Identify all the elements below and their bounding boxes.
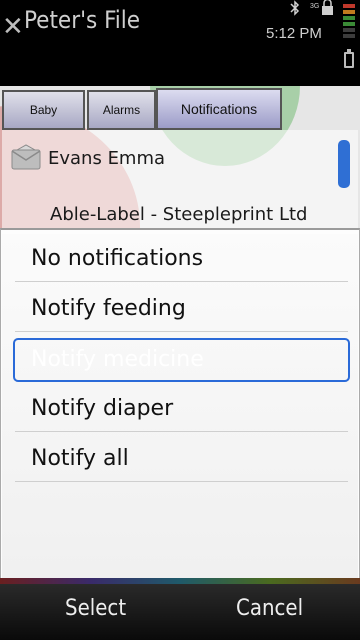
battery-icon — [344, 49, 354, 68]
contact-organization: Able-Label - Steepleprint Ltd — [50, 204, 308, 225]
option-notify-all[interactable]: Notify all — [15, 436, 348, 482]
option-notify-medicine[interactable]: Notify medicine — [13, 338, 350, 382]
tab-bar: Baby Alarms Notifications — [2, 88, 358, 130]
contact-name[interactable]: Evans Emma — [48, 148, 165, 169]
scrollbar[interactable] — [338, 140, 350, 188]
notification-options-popup: No notifications Notify feeding Notify m… — [0, 228, 360, 578]
option-notify-diaper[interactable]: Notify diaper — [15, 386, 348, 432]
bluetooth-icon — [290, 0, 300, 16]
contact-list: Evans Emma Able-Label - Steepleprint Ltd — [2, 130, 358, 231]
tab-baby[interactable]: Baby — [2, 90, 85, 130]
signal-icon — [343, 4, 355, 40]
option-notify-feeding[interactable]: Notify feeding — [15, 286, 348, 332]
select-button[interactable]: Select — [65, 596, 126, 621]
softkey-bar: Select Cancel — [0, 584, 360, 640]
tab-label: Notifications — [180, 101, 258, 117]
app-content: Baby Alarms Notifications Evans Emma Abl… — [0, 86, 360, 231]
app-title: Peter's File — [24, 6, 141, 34]
options-list: No notifications Notify feeding Notify m… — [2, 234, 358, 578]
lock-label: 3G — [310, 3, 319, 10]
tab-label: Alarms — [102, 103, 141, 117]
option-no-notifications[interactable]: No notifications — [15, 236, 348, 282]
title-bar: ✕ Peter's File 3G 5:12 PM — [0, 0, 360, 86]
tab-alarms[interactable]: Alarms — [87, 90, 156, 130]
status-clock: 5:12 PM — [266, 25, 322, 42]
tab-label: Baby — [29, 103, 58, 117]
envelope-icon — [11, 144, 41, 170]
close-icon[interactable]: ✕ — [2, 12, 24, 42]
cancel-button[interactable]: Cancel — [236, 596, 303, 621]
tab-notifications[interactable]: Notifications — [156, 88, 282, 130]
lock-icon: 3G — [310, 0, 333, 15]
